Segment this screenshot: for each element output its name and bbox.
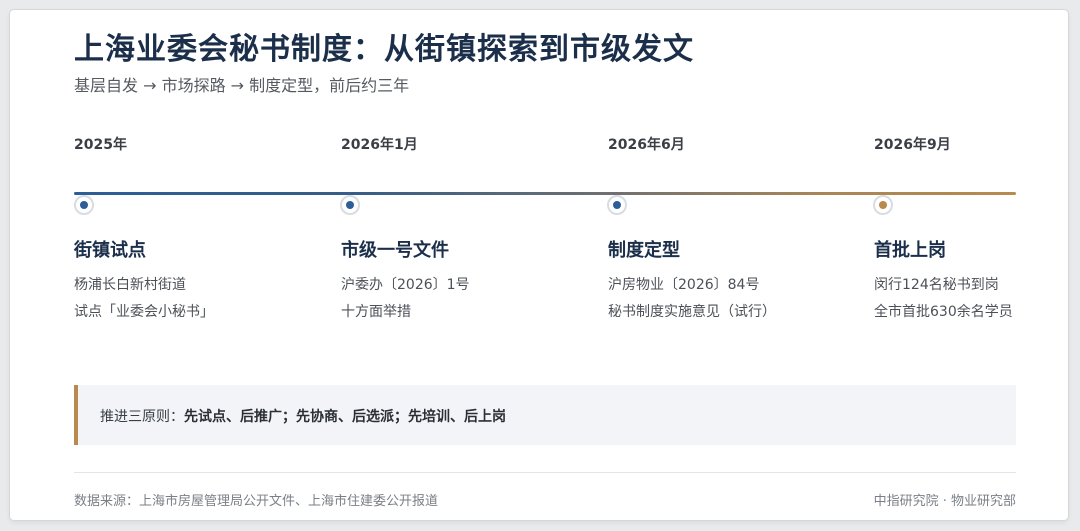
milestone-detail: 闵行124名秘书到岗 — [874, 277, 999, 293]
principles-callout: 推进三原则：先试点、后推广；先协商、后选派；先培训、后上岗 — [74, 385, 1016, 445]
milestone-detail: 杨浦长白新村街道 — [74, 277, 186, 293]
milestone-dot — [873, 195, 893, 215]
principles-text: 推进三原则：先试点、后推广；先协商、后选派；先培训、后上岗 — [100, 406, 506, 426]
data-source: 数据来源：上海市房屋管理局公开文件、上海市住建委公开报道 — [74, 494, 439, 509]
milestone-detail: 全市首批630余名学员 — [874, 304, 1013, 320]
page-title: 上海业委会秘书制度：从街镇探索到市级发文 — [74, 32, 694, 67]
milestone-dot — [340, 195, 360, 215]
milestone-title: 街镇试点 — [74, 240, 146, 261]
milestone-detail: 十方面举措 — [341, 304, 411, 320]
principles-content: 先试点、后推广；先协商、后选派；先培训、后上岗 — [184, 409, 506, 425]
milestone-date: 2026年1月 — [341, 137, 418, 153]
milestone-date: 2026年9月 — [874, 137, 951, 153]
principles-label: 推进三原则： — [100, 409, 184, 425]
milestone-dot — [607, 195, 627, 215]
milestone-detail: 秘书制度实施意见（试行） — [608, 304, 776, 320]
milestone-date: 2026年6月 — [608, 137, 685, 153]
footer-divider — [74, 472, 1016, 473]
timeline-line — [74, 192, 1016, 195]
organization-credit: 中指研究院 · 物业研究部 — [873, 494, 1016, 509]
milestone-title: 市级一号文件 — [341, 240, 449, 261]
milestone-title: 首批上岗 — [874, 240, 946, 261]
milestone-date: 2025年 — [74, 137, 127, 153]
milestone-detail: 试点「业委会小秘书」 — [74, 304, 214, 320]
milestone-detail: 沪房物业〔2026〕84号 — [608, 277, 760, 293]
milestone-dot — [74, 195, 94, 215]
page-subtitle: 基层自发 → 市场探路 → 制度定型，前后约三年 — [74, 76, 410, 95]
milestone-detail: 沪委办〔2026〕1号 — [341, 277, 470, 293]
milestone-title: 制度定型 — [608, 240, 680, 261]
